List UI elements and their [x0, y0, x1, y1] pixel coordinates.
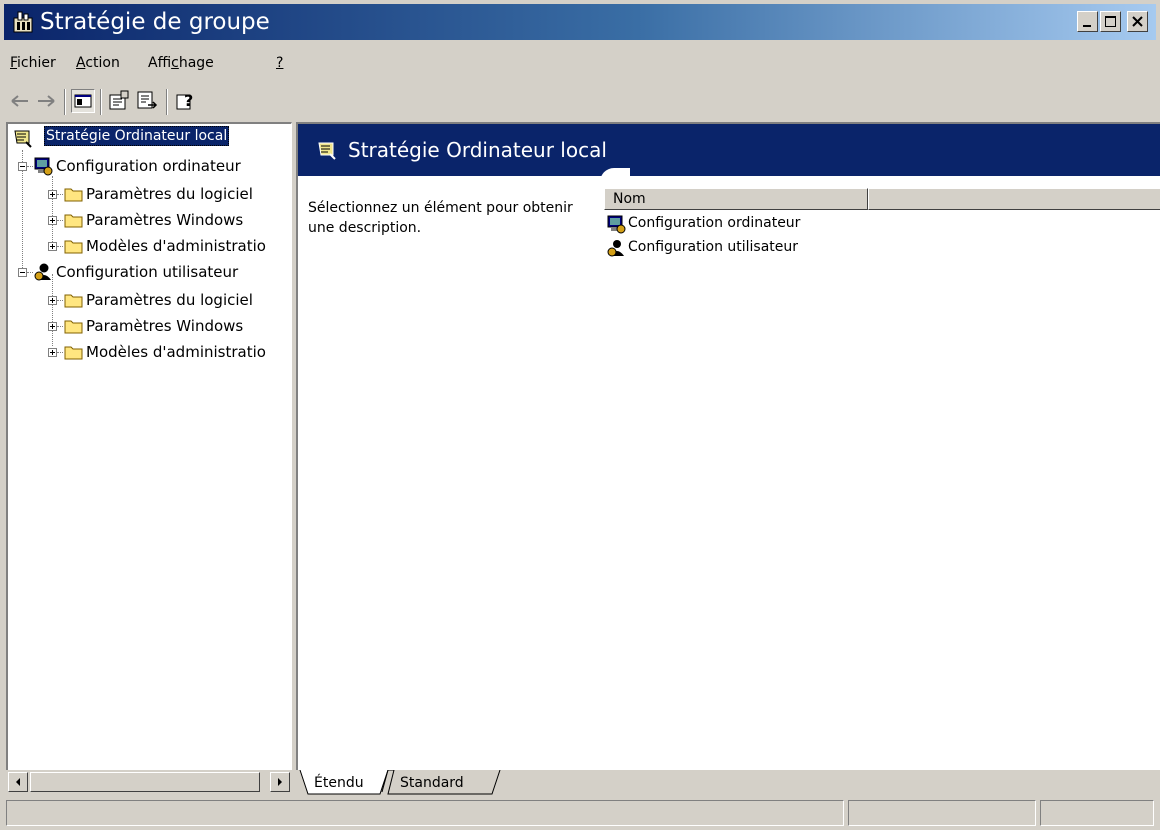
help-button[interactable]: ?: [174, 89, 198, 113]
toolbar: ?: [4, 85, 1154, 119]
help-icon: ?: [176, 91, 193, 110]
details-pane: Stratégie Ordinateur local Sélectionnez …: [296, 122, 1160, 770]
show-hide-tree-icon: [74, 94, 92, 108]
view-tabs: Étendu Standard: [296, 770, 1160, 796]
group-policy-window: Stratégie de groupe Fichier Action Affic…: [0, 0, 1160, 830]
collapse-toggle[interactable]: [18, 268, 27, 277]
menu-help[interactable]: ?: [276, 55, 283, 71]
tree-line: [52, 176, 53, 248]
scroll-left-arrow-icon: [16, 778, 20, 786]
scroll-right-arrow-icon: [278, 778, 282, 786]
export-list-icon: [137, 91, 158, 109]
computer-config-icon: [607, 215, 626, 234]
column-empty: [868, 188, 1160, 210]
tab-standard[interactable]: Standard: [400, 772, 464, 794]
tree-line: [57, 300, 63, 301]
computer-config-icon: [34, 157, 53, 176]
tree-line: [57, 352, 63, 353]
status-pane-main: [6, 800, 844, 826]
user-config-icon: [607, 240, 624, 257]
menu-action[interactable]: Action: [76, 55, 120, 71]
folder-icon: [64, 188, 83, 202]
folder-icon: [64, 346, 83, 360]
toolbar-separator: [100, 89, 102, 115]
tree-root-item[interactable]: Stratégie Ordinateur local: [44, 126, 230, 146]
title-bar[interactable]: Stratégie de groupe: [4, 4, 1156, 40]
scroll-left-button[interactable]: [8, 772, 28, 792]
list-column-header: Nom: [604, 188, 1160, 210]
forward-button[interactable]: [34, 89, 58, 113]
description-text: Sélectionnez un élément pour obtenir une…: [308, 200, 573, 236]
properties-icon: [109, 90, 129, 110]
tab-etendu[interactable]: Étendu: [314, 772, 364, 794]
tree-line: [57, 246, 63, 247]
window-title: Stratégie de groupe: [40, 9, 270, 35]
column-nom[interactable]: Nom: [604, 188, 868, 210]
tree-line: [57, 194, 63, 195]
tree-line: [57, 220, 63, 221]
folder-icon: [64, 320, 83, 334]
maximize-icon: [1105, 16, 1116, 27]
scroll-right-button[interactable]: [270, 772, 290, 792]
minimize-button[interactable]: [1077, 11, 1098, 32]
expand-toggle[interactable]: [48, 348, 57, 357]
back-button[interactable]: [8, 89, 32, 113]
user-config-icon: [34, 263, 51, 281]
tree-line: [57, 326, 63, 327]
item-list[interactable]: Nom Configuration ordinateur Configurati…: [604, 176, 1160, 770]
collapse-toggle[interactable]: [18, 162, 27, 171]
policy-scroll-icon: [318, 142, 336, 160]
expand-toggle[interactable]: [48, 216, 57, 225]
toolbar-separator: [64, 89, 66, 115]
tree-pane[interactable]: Stratégie Ordinateur local Configuration…: [6, 122, 292, 794]
expand-toggle[interactable]: [48, 322, 57, 331]
tree-line: [52, 274, 53, 346]
status-bar: [4, 800, 1156, 826]
show-hide-tree-button[interactable]: [71, 89, 95, 113]
policy-scroll-icon: [14, 130, 32, 148]
maximize-button[interactable]: [1100, 11, 1121, 32]
group-policy-icon: [13, 11, 33, 33]
svg-text:?: ?: [184, 91, 193, 110]
folder-icon: [64, 240, 83, 254]
folder-icon: [64, 294, 83, 308]
forward-arrow-icon: [38, 95, 55, 107]
status-pane-3: [1040, 800, 1154, 826]
back-arrow-icon: [11, 95, 28, 107]
menu-affichage[interactable]: Affichage: [148, 55, 214, 71]
details-title: Stratégie Ordinateur local: [348, 138, 607, 162]
toolbar-separator: [166, 89, 168, 115]
expand-toggle[interactable]: [48, 242, 57, 251]
expand-toggle[interactable]: [48, 190, 57, 199]
scrollbar-thumb[interactable]: [30, 772, 260, 792]
properties-button[interactable]: [107, 89, 131, 113]
export-list-button[interactable]: [135, 89, 159, 113]
menu-fichier[interactable]: Fichier: [10, 55, 56, 71]
minimize-icon: [1083, 25, 1091, 27]
close-icon: [1132, 16, 1143, 27]
details-header: Stratégie Ordinateur local: [298, 124, 1160, 176]
close-button[interactable]: [1127, 11, 1148, 32]
folder-icon: [64, 214, 83, 228]
tree-horizontal-scrollbar[interactable]: [6, 770, 292, 794]
menu-bar: Fichier Action Affichage ?: [4, 50, 1154, 78]
expand-toggle[interactable]: [48, 296, 57, 305]
status-pane-2: [848, 800, 1036, 826]
